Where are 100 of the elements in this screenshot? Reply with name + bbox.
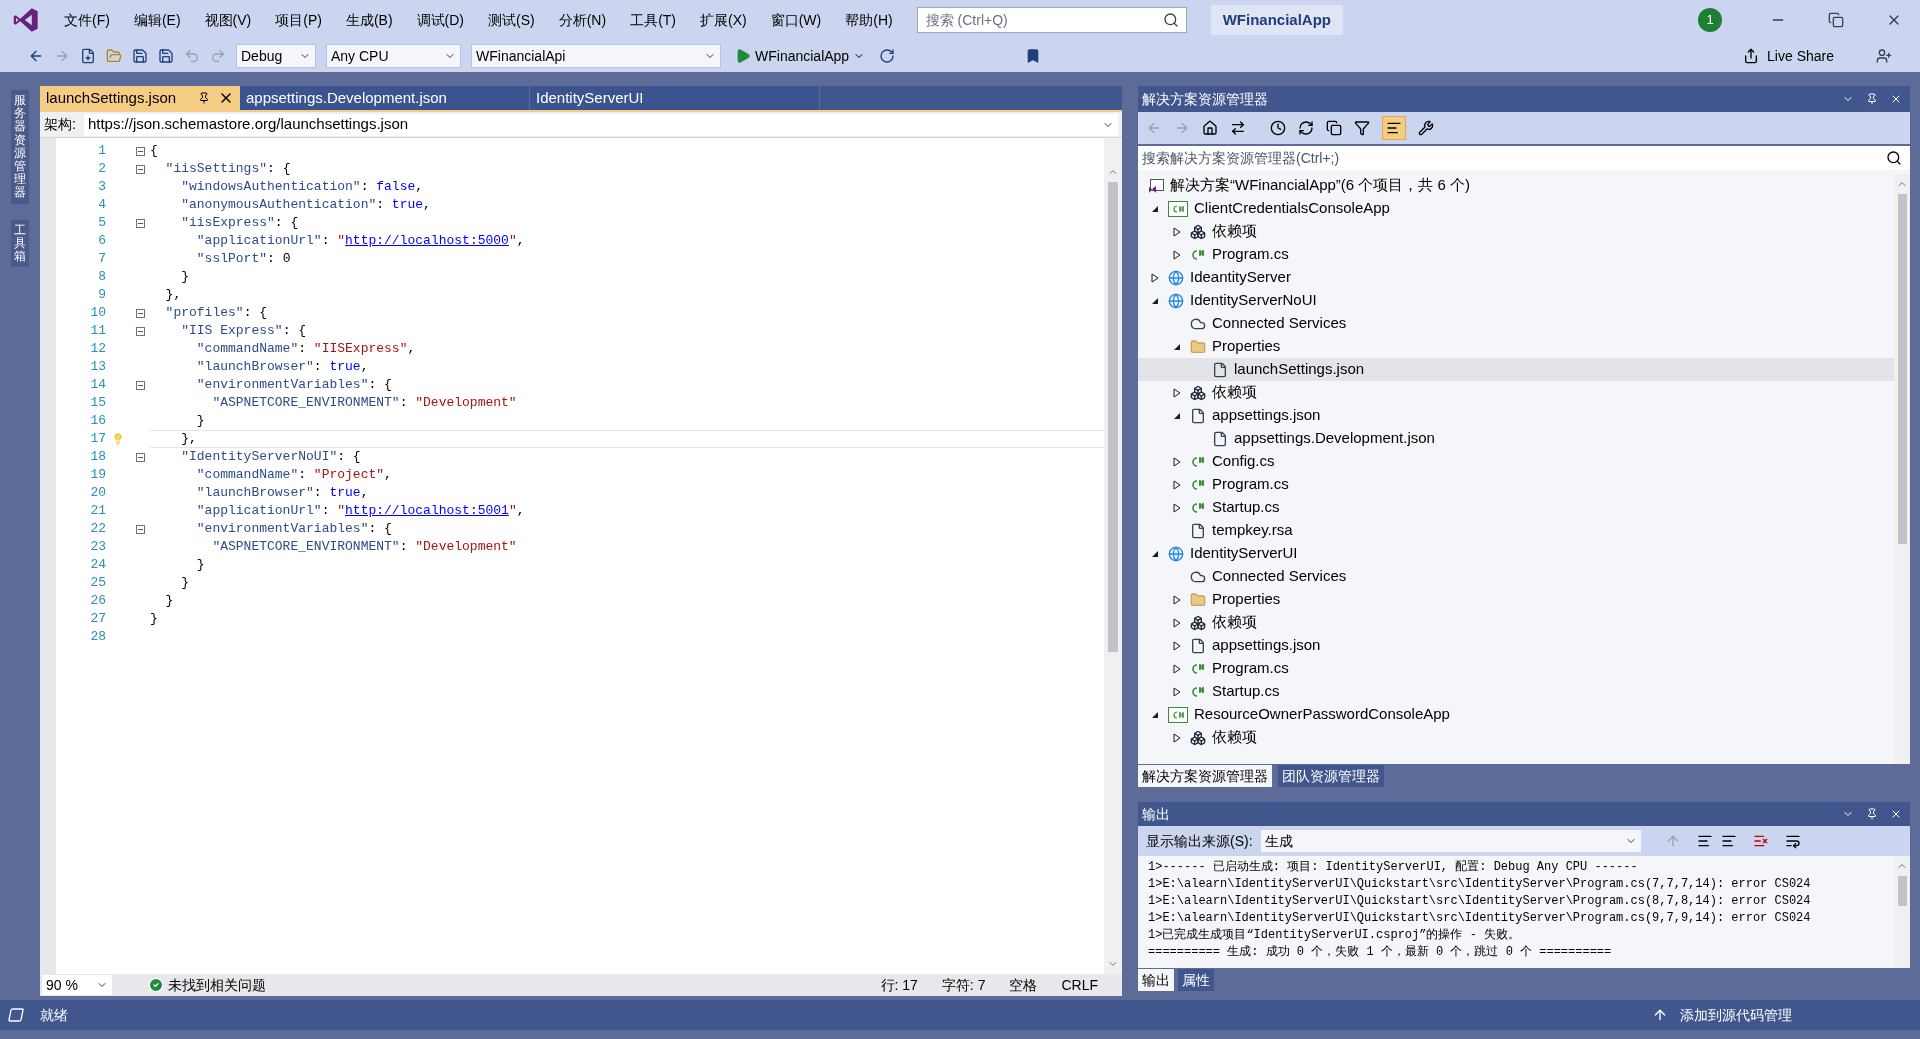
menu-item[interactable]: 工具(T) [618, 9, 688, 31]
preview-toggle-icon[interactable] [1382, 116, 1406, 140]
tree-item[interactable]: IdeantityServer [1138, 266, 1894, 289]
menu-item[interactable]: 帮助(H) [833, 9, 905, 31]
tree-item[interactable]: 依赖项 [1138, 220, 1894, 243]
menu-item[interactable]: 扩展(X) [688, 9, 759, 31]
pin-icon[interactable] [1866, 93, 1878, 105]
collapsed-icon[interactable] [1173, 456, 1181, 467]
output-source-dropdown[interactable]: 生成 [1260, 830, 1641, 852]
tree-item[interactable]: Program.cs [1138, 473, 1894, 496]
collapsed-icon[interactable] [1173, 479, 1181, 490]
collapsed-icon[interactable] [1173, 502, 1181, 513]
collapsed-icon[interactable] [1173, 686, 1181, 697]
collapsed-icon[interactable] [1173, 387, 1181, 398]
scrollbar-thumb[interactable] [1108, 182, 1118, 652]
panel-tab[interactable]: 属性 [1178, 969, 1214, 991]
tree-item[interactable]: 依赖项 [1138, 726, 1894, 749]
tree-item[interactable]: 解决方案“WFinancialApp”(6 个项目，共 6 个) [1138, 174, 1894, 197]
tree-item[interactable]: Program.cs [1138, 243, 1894, 266]
expanded-icon[interactable] [1173, 342, 1181, 351]
platform-dropdown[interactable]: Any CPU [326, 44, 461, 68]
menu-item[interactable]: 测试(S) [476, 9, 547, 31]
expanded-icon[interactable] [1151, 549, 1159, 558]
tree-item[interactable]: Config.cs [1138, 450, 1894, 473]
close-icon[interactable] [1890, 808, 1902, 820]
run-button[interactable]: WFinancialApp [731, 45, 870, 67]
previous-message-icon[interactable] [1696, 833, 1713, 849]
tree-item[interactable]: appsettings.Development.json [1138, 427, 1894, 450]
collapsed-icon[interactable] [1173, 226, 1181, 237]
tree-item[interactable]: Connected Services [1138, 565, 1894, 588]
tree-item[interactable]: Connected Services [1138, 312, 1894, 335]
menu-item[interactable]: 调试(D) [404, 9, 476, 31]
collapse-icon[interactable] [135, 308, 145, 318]
expanded-icon[interactable] [1151, 204, 1159, 213]
pin-icon[interactable] [1866, 808, 1878, 820]
tree-item[interactable]: Startup.cs [1138, 680, 1894, 703]
refresh-icon[interactable] [879, 48, 896, 64]
tree-item[interactable]: 依赖项 [1138, 611, 1894, 634]
collapse-icon[interactable] [135, 380, 145, 390]
menu-item[interactable]: 编辑(E) [121, 9, 193, 31]
restore-icon[interactable] [1828, 12, 1844, 28]
collapsed-icon[interactable] [1151, 272, 1159, 283]
expanded-icon[interactable] [1173, 411, 1181, 420]
search-field[interactable]: 搜索解决方案资源管理器(Ctrl+;) [1138, 146, 1910, 170]
tree-item[interactable]: Program.cs [1138, 657, 1894, 680]
tree-item[interactable]: tempkey.rsa [1138, 519, 1894, 542]
tree-item[interactable]: ClientCredentialsConsoleApp [1138, 197, 1894, 220]
tree-item[interactable]: ResourceOwnerPasswordConsoleApp [1138, 703, 1894, 726]
settings-icon[interactable] [1418, 120, 1434, 136]
panel-tab[interactable]: 解决方案资源管理器 [1138, 765, 1272, 787]
tree-item[interactable]: appsettings.json [1138, 404, 1894, 427]
configuration-dropdown[interactable]: Debug [236, 44, 316, 68]
scrollbar-thumb[interactable] [1897, 876, 1907, 906]
panel-tab[interactable]: 输出 [1138, 969, 1174, 991]
tree-item[interactable]: launchSettings.json [1138, 358, 1894, 381]
switch-views-icon[interactable] [1230, 120, 1246, 136]
tree-item[interactable]: Startup.cs [1138, 496, 1894, 519]
pin-icon[interactable] [198, 92, 210, 104]
back-icon[interactable] [28, 48, 44, 64]
save-icon[interactable] [132, 48, 148, 64]
menu-item[interactable]: 窗口(W) [758, 9, 834, 31]
notification-badge[interactable]: 1 [1698, 8, 1722, 32]
document-tab[interactable]: appsettings.Development.json [240, 86, 530, 110]
collapsed-icon[interactable] [1173, 617, 1181, 628]
tree-item[interactable]: appsettings.json [1138, 634, 1894, 657]
tree-item[interactable]: IdentityServerNoUI [1138, 289, 1894, 312]
scrollbar-thumb[interactable] [1897, 194, 1907, 544]
collapsed-icon[interactable] [1173, 732, 1181, 743]
menu-item[interactable]: 生成(B) [333, 9, 405, 31]
panel-tab[interactable]: 团队资源管理器 [1278, 765, 1384, 787]
collapse-icon[interactable] [135, 452, 145, 462]
filter-icon[interactable] [1354, 120, 1370, 136]
menu-item[interactable]: 分析(N) [546, 9, 619, 31]
collapse-icon[interactable] [135, 146, 145, 156]
tree-item[interactable]: 依赖项 [1138, 381, 1894, 404]
collapse-icon[interactable] [135, 326, 145, 336]
menu-item[interactable]: 视图(V) [192, 9, 264, 31]
live-share-button[interactable]: Live Share [1735, 45, 1842, 67]
search-field[interactable]: 搜索 (Ctrl+Q) [916, 7, 1187, 33]
collapse-icon[interactable] [135, 524, 145, 534]
menu-item[interactable]: 文件(F) [52, 9, 122, 31]
collapse-icon[interactable] [135, 218, 145, 228]
sync-icon[interactable] [1298, 120, 1314, 136]
next-message-icon[interactable] [1720, 833, 1737, 849]
expanded-icon[interactable] [1151, 296, 1159, 305]
source-control-button[interactable]: 添加到源代码管理 [1652, 1004, 1792, 1026]
menu-item[interactable]: 项目(P) [263, 9, 334, 31]
collapsed-icon[interactable] [1173, 640, 1181, 651]
startup-project-dropdown[interactable]: WFinancialApi [471, 44, 721, 68]
tree-item[interactable]: IdentityServerUI [1138, 542, 1894, 565]
side-tab[interactable]: 服务器资源管理器 [11, 90, 29, 204]
side-tab[interactable]: 工具箱 [11, 219, 29, 268]
collapsed-icon[interactable] [1173, 594, 1181, 605]
issues-status[interactable]: 未找到相关问题 [168, 974, 266, 996]
tree-item[interactable]: Properties [1138, 335, 1894, 358]
collapse-all-icon[interactable] [1326, 120, 1342, 136]
save-all-icon[interactable] [158, 48, 174, 64]
new-file-icon[interactable] [80, 48, 96, 64]
collapsed-icon[interactable] [1173, 249, 1181, 260]
clear-all-icon[interactable] [1752, 833, 1769, 849]
